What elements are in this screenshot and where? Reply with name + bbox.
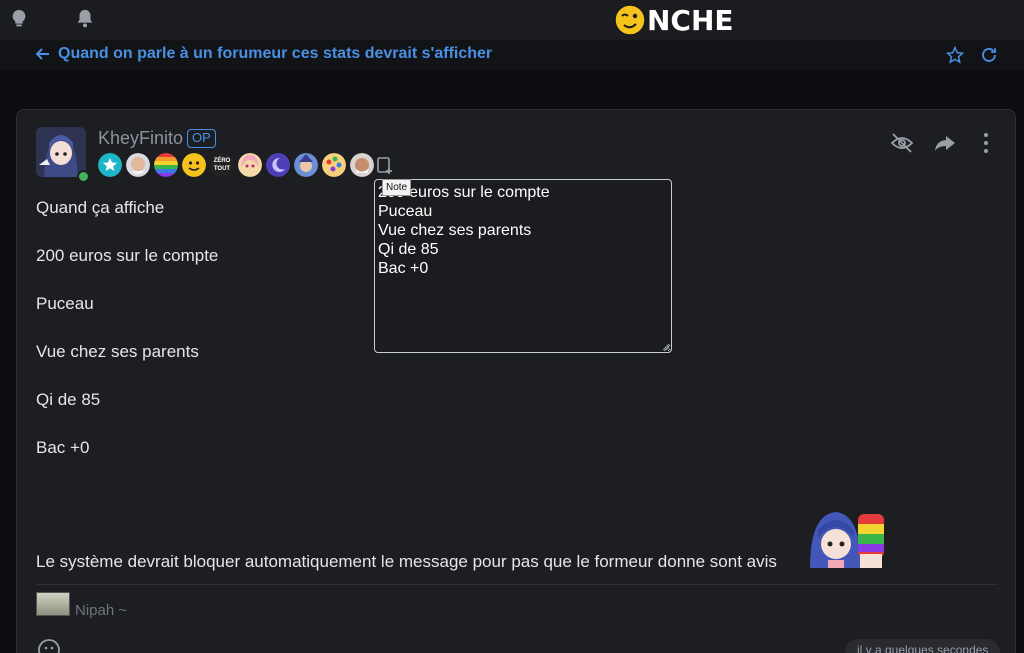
site-logo[interactable]: NCHE (614, 3, 734, 37)
onche-face-icon (614, 4, 646, 36)
lightbulb-icon[interactable] (8, 8, 30, 30)
more-vertical-icon[interactable] (974, 131, 998, 155)
eye-slash-icon[interactable] (890, 131, 914, 155)
wizard-badge-icon[interactable] (294, 153, 318, 177)
message-line: Quand ça affiche (36, 198, 165, 217)
message-line: Qi de 85 (36, 390, 101, 409)
grandpa-badge-icon[interactable] (350, 153, 374, 177)
resize-grip-icon[interactable] (660, 341, 670, 351)
anime-sticker-icon (810, 512, 884, 568)
smiley-badge-icon[interactable] (182, 153, 206, 177)
brand-name: NCHE (647, 3, 734, 37)
bell-icon[interactable] (74, 8, 96, 30)
avatar-image (36, 127, 86, 177)
moon-badge-icon[interactable] (266, 153, 290, 177)
signature-text: Nipah ~ (75, 602, 128, 619)
signature-divider (36, 584, 998, 585)
message-line: Vue chez ses parents (36, 342, 199, 361)
message-line: 200 euros sur le compte (36, 246, 219, 265)
arrow-left-icon (36, 48, 49, 60)
palette-badge-icon[interactable] (322, 153, 346, 177)
share-icon[interactable] (933, 131, 957, 155)
author-name[interactable]: KheyFinito (98, 128, 183, 149)
signature-image (36, 592, 70, 616)
message-line: Le système devrait bloquer automatiqueme… (36, 552, 777, 571)
add-note-icon[interactable] (376, 156, 396, 176)
rainbow-badge-icon[interactable] (154, 153, 178, 177)
post-timestamp: il y a quelques secondes (845, 639, 1001, 653)
message-line: Puceau (36, 294, 94, 313)
refresh-icon[interactable] (980, 46, 998, 64)
zero-tout-badge-icon[interactable]: ZÉRO TOUT (210, 153, 234, 177)
note-textarea[interactable]: 200 euros sur le compte Puceau Vue chez … (374, 179, 672, 353)
old-man-badge-icon[interactable] (126, 153, 150, 177)
badge-list: ZÉRO TOUT (98, 153, 374, 177)
emoji-reaction-icon[interactable] (37, 638, 61, 653)
online-status-indicator (77, 170, 90, 183)
star-icon[interactable] (946, 46, 964, 64)
anime-girl-badge-icon[interactable] (238, 153, 262, 177)
topic-title: Quand on parle à un forumeur ces stats d… (58, 45, 493, 62)
op-badge: OP (187, 129, 216, 148)
note-tooltip: Note (382, 179, 412, 196)
star-badge-icon[interactable] (98, 153, 122, 177)
topic-back-link[interactable]: Quand on parle à un forumeur ces stats d… (36, 45, 492, 63)
avatar[interactable] (36, 127, 86, 177)
message-line: Bac +0 (36, 438, 90, 457)
